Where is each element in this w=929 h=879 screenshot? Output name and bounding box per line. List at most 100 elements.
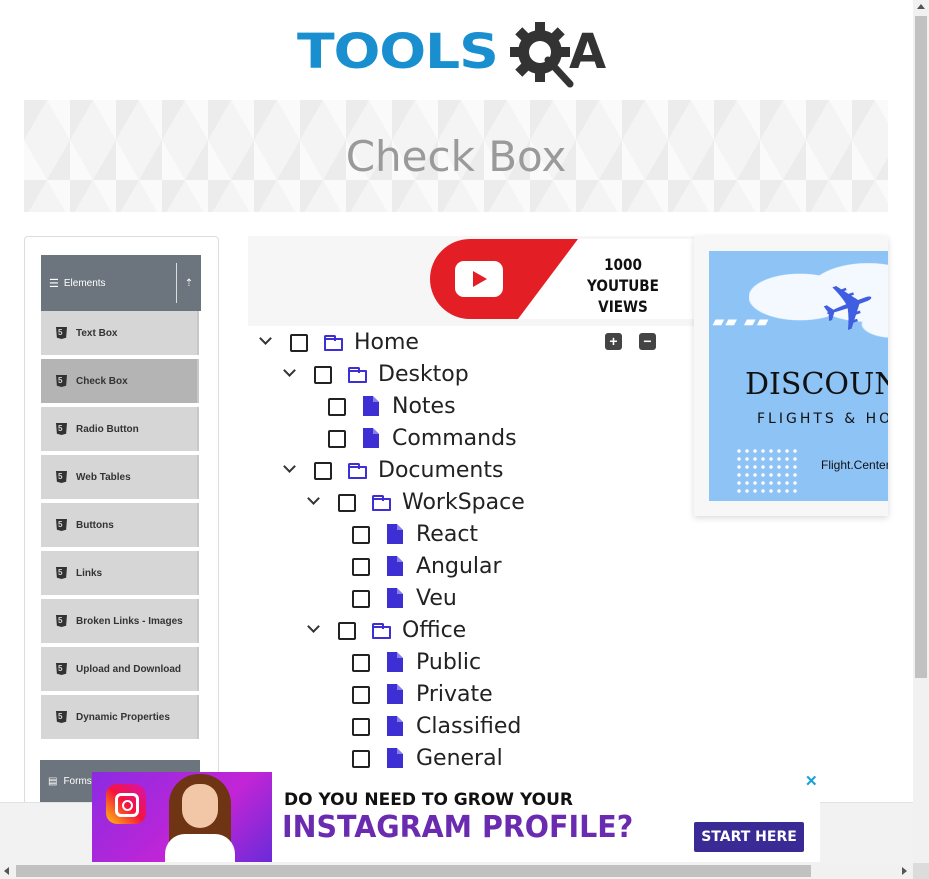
sidebar-item-upload-download[interactable]: Upload and Download — [41, 647, 199, 691]
checkbox-commands[interactable] — [328, 430, 346, 448]
tree-label-react[interactable]: React — [416, 522, 478, 547]
flight-ad-title: DISCOUNT — [745, 367, 888, 402]
tree-label-veu[interactable]: Veu — [416, 586, 457, 611]
sidebar-item-radio-button[interactable]: Radio Button — [41, 407, 199, 451]
file-icon — [387, 716, 403, 736]
folder-icon — [372, 495, 391, 511]
file-icon — [363, 428, 379, 448]
tree-label-private[interactable]: Private — [416, 682, 493, 707]
vertical-scroll-thumb[interactable] — [915, 16, 927, 678]
tree-label-workspace[interactable]: WorkSpace — [402, 490, 525, 515]
flight-ad-card[interactable]: ✈ ▰▰ ▰▰ DISCOUNT FLIGHTS & HOT Flight.Ce… — [694, 236, 888, 516]
sidebar-item-check-box[interactable]: Check Box — [41, 359, 199, 403]
toggle-caret-icon[interactable] — [307, 494, 321, 508]
html5-icon — [56, 615, 67, 627]
youtube-ad-text: 1000 YOUTUBE VIEWS — [568, 254, 679, 317]
html5-icon — [56, 327, 67, 339]
toolsqa-logo[interactable]: TOOLS A — [297, 14, 606, 90]
dots-graphic — [735, 447, 799, 495]
horizontal-scrollbar[interactable] — [0, 863, 913, 879]
scroll-right-arrow-icon[interactable] — [902, 867, 907, 875]
html5-icon — [56, 375, 67, 387]
start-here-button[interactable]: START HERE — [694, 822, 804, 852]
folder-icon — [372, 623, 391, 639]
toggle-caret-icon[interactable] — [307, 622, 321, 636]
html5-icon — [56, 711, 67, 723]
sidebar-item-text-box[interactable]: Text Box — [41, 311, 199, 355]
instagram-icon — [106, 784, 146, 824]
sidebar-item-label: Buttons — [76, 519, 114, 531]
left-panel: ☰ Elements ⇡ Text Box Check Box Radio Bu… — [24, 236, 219, 818]
file-icon — [387, 556, 403, 576]
collapse-arrow-icon[interactable]: ⇡ — [176, 263, 201, 303]
file-icon — [387, 588, 403, 608]
expand-all-button[interactable]: + — [605, 333, 622, 350]
file-icon — [387, 652, 403, 672]
toggle-caret-icon[interactable] — [259, 334, 273, 348]
flight-ad-brand: Flight.Center — [821, 458, 888, 472]
tree-label-desktop[interactable]: Desktop — [378, 362, 469, 387]
toggle-caret-icon[interactable] — [283, 462, 297, 476]
collapse-all-button[interactable]: − — [639, 333, 656, 350]
tree-label-documents[interactable]: Documents — [378, 458, 503, 483]
file-icon — [363, 396, 379, 416]
file-icon — [387, 748, 403, 768]
checkbox-workspace[interactable] — [338, 494, 356, 512]
tree-label-notes[interactable]: Notes — [392, 394, 456, 419]
scroll-up-arrow-icon[interactable] — [917, 4, 925, 9]
html5-icon — [56, 567, 67, 579]
instagram-ad[interactable]: DO YOU NEED TO GROW YOUR INSTAGRAM PROFI… — [92, 772, 820, 862]
youtube-views-ad[interactable]: 1000 YOUTUBE VIEWS — [248, 236, 694, 326]
sidebar-item-dynamic-properties[interactable]: Dynamic Properties — [41, 695, 199, 739]
sidebar-item-broken-links[interactable]: Broken Links - Images — [41, 599, 199, 643]
tree-label-general[interactable]: General — [416, 746, 503, 771]
checkbox-classified[interactable] — [352, 718, 370, 736]
checkbox-angular[interactable] — [352, 558, 370, 576]
logo-a-text: A — [569, 24, 607, 80]
sidebar-item-label: Upload and Download — [76, 663, 181, 675]
tree-label-angular[interactable]: Angular — [416, 554, 502, 579]
tree-label-home[interactable]: Home — [354, 330, 419, 355]
checkbox-notes[interactable] — [328, 398, 346, 416]
menu-icon: ☰ — [49, 277, 59, 290]
sidebar-item-label: Broken Links - Images — [76, 615, 183, 627]
checkbox-documents[interactable] — [314, 462, 332, 480]
toggle-caret-icon[interactable] — [283, 366, 297, 380]
folder-icon — [324, 335, 343, 351]
ad-person-image — [157, 772, 257, 862]
checkbox-desktop[interactable] — [314, 366, 332, 384]
flight-ad-subtitle: FLIGHTS & HOT — [757, 411, 888, 427]
vertical-scrollbar[interactable] — [913, 0, 929, 863]
checkbox-private[interactable] — [352, 686, 370, 704]
sidebar-item-links[interactable]: Links — [41, 551, 199, 595]
html5-icon — [56, 471, 67, 483]
sidebar-item-buttons[interactable]: Buttons — [41, 503, 199, 547]
sidebar-item-label: Web Tables — [76, 471, 131, 483]
youtube-play-icon — [455, 261, 503, 297]
checkbox-veu[interactable] — [352, 590, 370, 608]
checkbox-react[interactable] — [352, 526, 370, 544]
elements-group-header[interactable]: ☰ Elements ⇡ — [41, 255, 201, 311]
checkbox-home[interactable] — [290, 334, 308, 352]
horizontal-scroll-thumb[interactable] — [16, 865, 811, 877]
checkbox-office[interactable] — [338, 622, 356, 640]
instagram-ad-headline: INSTAGRAM PROFILE? — [282, 810, 634, 845]
scrollbar-corner — [913, 863, 929, 879]
checkbox-general[interactable] — [352, 750, 370, 768]
sidebar-item-label: Check Box — [76, 375, 128, 387]
tree-label-classified[interactable]: Classified — [416, 714, 521, 739]
tree-label-commands[interactable]: Commands — [392, 426, 517, 451]
stripes-graphic: ▰▰ ▰▰ — [713, 313, 770, 329]
checkbox-public[interactable] — [352, 654, 370, 672]
sidebar-item-label: Dynamic Properties — [76, 711, 170, 723]
sidebar-item-web-tables[interactable]: Web Tables — [41, 455, 199, 499]
tree-label-public[interactable]: Public — [416, 650, 481, 675]
scroll-left-arrow-icon[interactable] — [4, 867, 9, 875]
file-icon — [387, 524, 403, 544]
forms-icon: ▤ — [48, 775, 58, 787]
close-ad-icon[interactable]: ✕ — [805, 772, 818, 790]
html5-icon — [56, 519, 67, 531]
tree-label-office[interactable]: Office — [402, 618, 466, 643]
html5-icon — [56, 663, 67, 675]
youtube-ad-line2: YOUTUBE VIEWS — [587, 276, 659, 316]
